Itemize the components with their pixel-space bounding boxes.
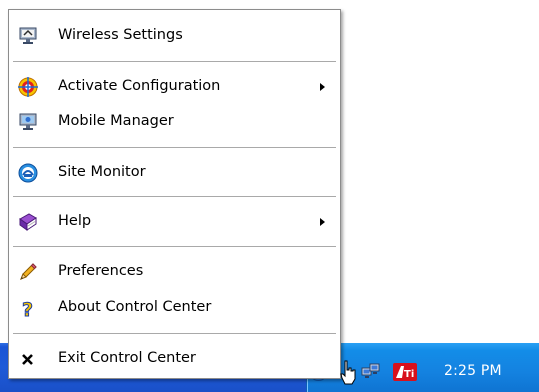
desktop-screen: Ti 2:25 PM Wireless Settings Activate Co… bbox=[0, 0, 539, 392]
mobile-manager-icon bbox=[18, 112, 38, 132]
menu-item-site-monitor[interactable]: Site Monitor bbox=[9, 160, 340, 186]
svg-text:?: ? bbox=[22, 299, 33, 318]
menu-item-activate-configuration[interactable]: Activate Configuration bbox=[9, 74, 340, 100]
pencil-icon bbox=[18, 262, 38, 282]
menu-item-mobile-manager[interactable]: Mobile Manager bbox=[9, 109, 340, 135]
taskbar-clock[interactable]: 2:25 PM bbox=[444, 363, 502, 379]
submenu-arrow-icon bbox=[320, 218, 325, 226]
menu-item-label: Exit Control Center bbox=[58, 350, 196, 366]
menu-item-help[interactable]: Help bbox=[9, 209, 340, 235]
menu-separator bbox=[13, 246, 336, 247]
menu-item-label: Site Monitor bbox=[58, 164, 146, 180]
network-icon[interactable] bbox=[361, 362, 381, 382]
menu-item-label: Mobile Manager bbox=[58, 113, 174, 129]
submenu-arrow-icon bbox=[320, 83, 325, 91]
menu-item-label: Preferences bbox=[58, 263, 144, 279]
control-center-context-menu: Wireless Settings Activate Configuration bbox=[8, 9, 341, 379]
menu-item-label: Activate Configuration bbox=[58, 78, 221, 94]
menu-item-about-control-center[interactable]: ? About Control Center bbox=[9, 295, 340, 322]
menu-item-wireless-settings[interactable]: Wireless Settings bbox=[9, 23, 340, 49]
menu-item-label: Help bbox=[58, 213, 92, 229]
menu-item-label: About Control Center bbox=[58, 299, 212, 315]
wireless-settings-icon bbox=[18, 26, 38, 46]
menu-item-label: Wireless Settings bbox=[58, 27, 183, 43]
menu-item-preferences[interactable]: Preferences bbox=[9, 259, 340, 285]
hand-cursor-icon bbox=[339, 360, 357, 386]
menu-separator bbox=[13, 333, 336, 334]
menu-item-exit-control-center[interactable]: Exit Control Center bbox=[9, 346, 340, 372]
x-icon bbox=[18, 349, 38, 369]
menu-separator bbox=[13, 196, 336, 197]
svg-text:Ti: Ti bbox=[404, 369, 414, 380]
site-monitor-icon bbox=[18, 163, 38, 183]
question-mark-icon: ? bbox=[18, 298, 38, 322]
activate-configuration-icon bbox=[18, 77, 38, 97]
help-book-icon bbox=[18, 212, 38, 232]
menu-separator bbox=[13, 61, 336, 62]
ati-icon[interactable]: Ti bbox=[393, 362, 417, 382]
menu-separator bbox=[13, 147, 336, 148]
